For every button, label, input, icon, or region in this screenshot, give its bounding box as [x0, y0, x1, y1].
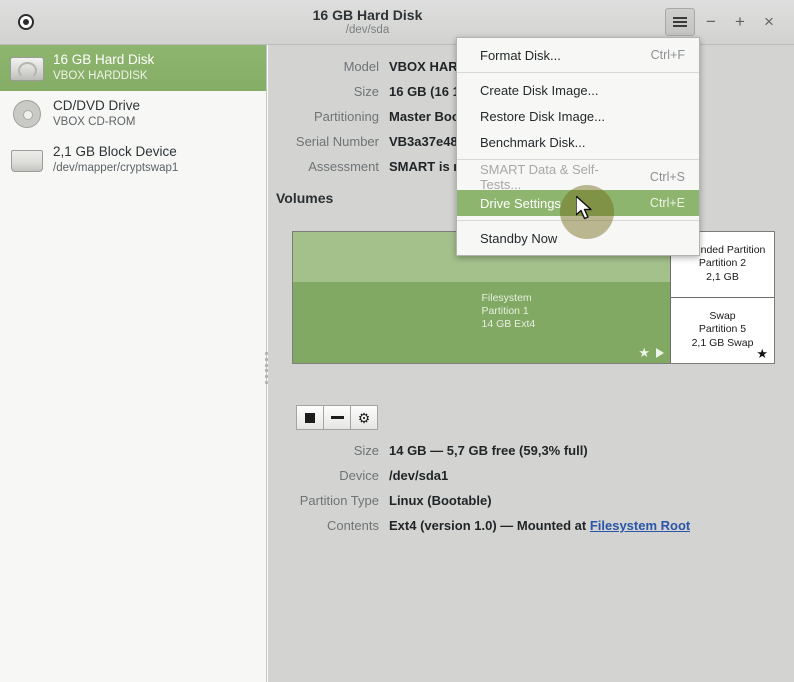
menu-item-accelerator: Ctrl+S — [649, 170, 685, 184]
device-name: 16 GB Hard Disk — [53, 52, 155, 68]
partition-name: Swap — [709, 309, 736, 322]
titlebar-right: − + × — [665, 8, 794, 36]
splitter-handle[interactable] — [265, 352, 270, 384]
partition-name: Filesystem — [481, 291, 532, 304]
titlebar-left — [0, 14, 70, 30]
partition-label: Filesystem Partition 1 14 GB Ext4 — [482, 292, 536, 331]
partition-info-row: Device /dev/sda1 — [268, 466, 794, 486]
partition-label: Swap Partition 5 2,1 GB Swap — [692, 310, 754, 351]
filesystem-root-link[interactable]: Filesystem Root — [590, 518, 690, 533]
menu-item-label: Create Disk Image... — [480, 82, 599, 98]
device-subtitle: VBOX HARDDISK — [53, 70, 148, 83]
mouse-cursor-icon — [576, 196, 592, 220]
disks-application-window: 16 GB Hard Disk /dev/sda − + × 16 GB Har… — [0, 0, 794, 682]
menu-item-benchmark-disk[interactable]: Benchmark Disk... — [457, 129, 699, 155]
menu-separator — [457, 72, 699, 73]
partition-info-list: Size 14 GB — 5,7 GB free (59,3% full) De… — [268, 441, 794, 541]
partition-size: 2,1 GB Swap — [691, 337, 754, 350]
star-icon: ★ — [638, 345, 650, 360]
device-subtitle: /dev/mapper/cryptswap1 — [53, 162, 179, 175]
info-value: 14 GB — 5,7 GB free (59,3% full) — [389, 443, 588, 458]
menu-item-create-disk-image[interactable]: Create Disk Image... — [457, 77, 699, 103]
titlebar-center: 16 GB Hard Disk /dev/sda — [70, 7, 665, 37]
menu-item-label: SMART Data & Self-Tests... — [480, 162, 599, 192]
info-value: Ext4 (version 1.0) — Mounted at Filesyst… — [389, 516, 690, 536]
close-button[interactable]: × — [756, 9, 782, 35]
partition-number: Partition 1 — [481, 304, 529, 317]
stop-square-icon — [305, 412, 315, 423]
play-icon — [656, 347, 664, 358]
info-key: Partitioning — [313, 109, 379, 124]
gears-icon: ⚙ — [357, 409, 371, 426]
info-key: Serial Number — [295, 134, 379, 149]
optical-disc-icon — [10, 99, 44, 129]
star-icon: ★ — [756, 346, 768, 361]
minus-icon — [330, 416, 344, 419]
info-value: /dev/sda1 — [389, 468, 449, 483]
partition-info-row: Contents Ext4 (version 1.0) — Mounted at… — [268, 516, 794, 536]
partition-options-button[interactable]: ⚙ — [350, 405, 378, 430]
partition-size: 14 GB Ext4 — [481, 317, 536, 330]
menu-item-label: Drive Settings — [480, 195, 561, 211]
menu-item-accelerator: Ctrl+F — [650, 48, 685, 62]
menu-item-accelerator: Ctrl+E — [649, 196, 685, 210]
menu-item-format-disk[interactable]: Format Disk... Ctrl+F — [457, 42, 699, 68]
info-key: Partition Type — [299, 493, 379, 508]
volume-toolbar: ⚙ — [296, 405, 378, 430]
info-key: Device — [339, 468, 379, 483]
device-name: 2,1 GB Block Device — [53, 144, 177, 160]
menu-item-label: Restore Disk Image... — [480, 108, 605, 124]
window-subtitle: /dev/sda — [345, 23, 390, 36]
partition-info-row: Size 14 GB — 5,7 GB free (59,3% full) — [268, 441, 794, 461]
hard-disk-icon — [10, 53, 44, 83]
target-icon — [18, 14, 34, 30]
menu-item-label: Format Disk... — [480, 47, 561, 63]
device-sidebar: 16 GB Hard Disk VBOX HARDDISK CD/DVD Dri… — [0, 45, 267, 682]
menu-separator — [457, 159, 699, 160]
menu-item-restore-disk-image[interactable]: Restore Disk Image... — [457, 103, 699, 129]
device-name: CD/DVD Drive — [53, 98, 141, 114]
unmount-button[interactable] — [296, 405, 324, 430]
contents-text: Ext4 (version 1.0) — Mounted at — [389, 518, 590, 533]
partition-flags: ★ — [638, 346, 664, 359]
window-title: 16 GB Hard Disk — [312, 6, 423, 23]
partition-number: Partition 2 — [698, 257, 747, 270]
info-key: Model — [343, 59, 379, 74]
delete-partition-button[interactable] — [323, 405, 351, 430]
device-subtitle: VBOX CD-ROM — [53, 116, 136, 129]
info-key: Size — [353, 443, 379, 458]
sidebar-item-hard-disk[interactable]: 16 GB Hard Disk VBOX HARDDISK — [0, 45, 266, 91]
info-key: Size — [353, 84, 379, 99]
block-device-icon — [10, 145, 44, 175]
info-key: Assessment — [308, 159, 379, 174]
menu-item-label: Standby Now — [480, 230, 558, 246]
maximize-button[interactable]: + — [727, 9, 753, 35]
partition-number: Partition 5 — [698, 323, 747, 336]
info-key: Contents — [326, 518, 379, 533]
menu-item-label: Benchmark Disk... — [480, 134, 586, 150]
partition-info-row: Partition Type Linux (Bootable) — [268, 491, 794, 511]
info-value: Linux (Bootable) — [389, 493, 492, 508]
sidebar-item-block-device[interactable]: 2,1 GB Block Device /dev/mapper/cryptswa… — [0, 137, 266, 183]
sidebar-item-cd-dvd[interactable]: CD/DVD Drive VBOX CD-ROM — [0, 91, 266, 137]
minimize-button[interactable]: − — [698, 9, 724, 35]
partition-swap[interactable]: Swap Partition 5 2,1 GB Swap ★ — [671, 297, 774, 363]
hamburger-icon[interactable] — [665, 8, 695, 36]
partition-size: 2,1 GB — [706, 271, 739, 284]
